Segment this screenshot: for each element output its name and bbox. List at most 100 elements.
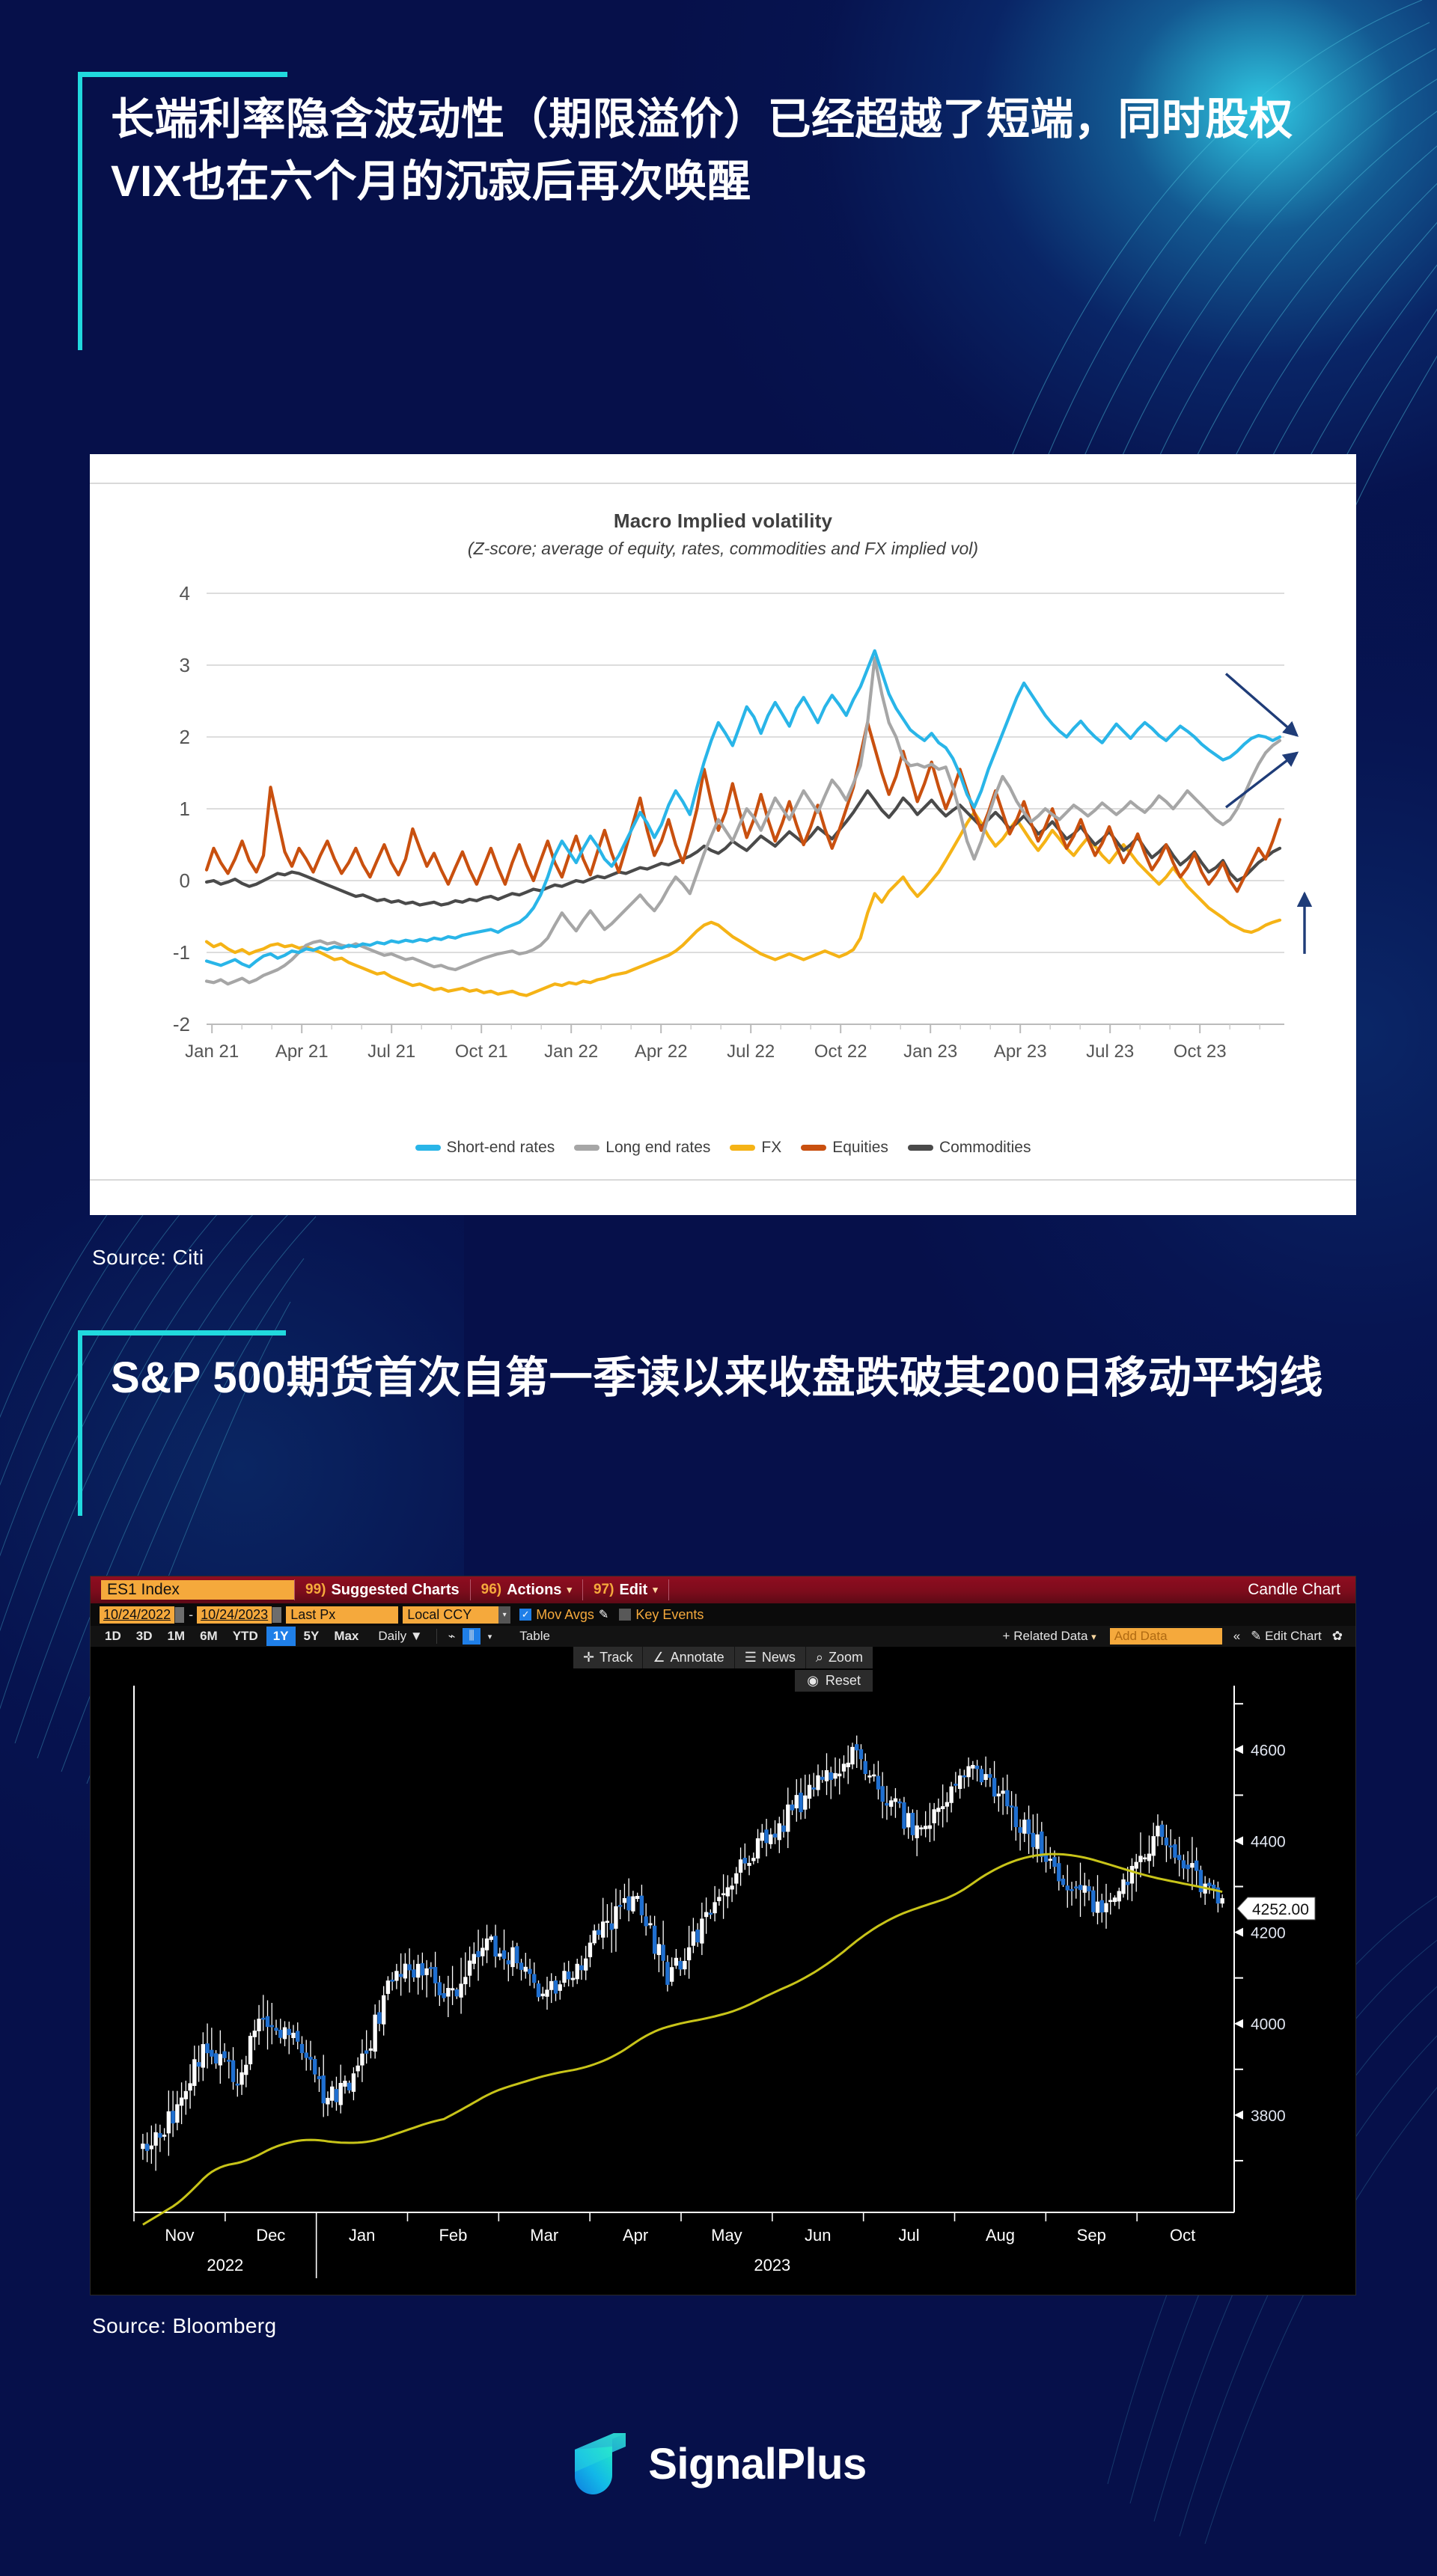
range-button-1d[interactable]: 1D xyxy=(98,1627,128,1646)
macro-implied-volatility-chart-card: Macro Implied volatility (Z-score; avera… xyxy=(90,454,1356,1215)
svg-text:2: 2 xyxy=(180,726,190,748)
svg-text:2022: 2022 xyxy=(207,2256,243,2274)
currency-dropdown-icon[interactable]: ▾ xyxy=(498,1606,511,1624)
track-label: Track xyxy=(599,1650,633,1665)
chart1-legend: Short-end rates Long end rates FX Equities C… xyxy=(90,1139,1356,1157)
candlestick-svg: 3800 4000 4200 4400 4600 4252.00 Nov Dec Jan Feb M… xyxy=(133,1686,1316,2278)
svg-text:Apr 23: Apr 23 xyxy=(994,1041,1047,1062)
header-divider-4 xyxy=(668,1579,669,1600)
range-button-1y[interactable]: 1Y xyxy=(266,1627,296,1646)
legend-item-4: Commodities xyxy=(907,1139,1031,1157)
annotate-label: Annotate xyxy=(670,1650,724,1665)
suggested-charts-menu[interactable]: 99) Suggested Charts xyxy=(295,1576,470,1603)
chart1-subtitle: (Z-score; average of equity, rates, comm… xyxy=(467,539,979,558)
range-button-5y[interactable]: 5Y xyxy=(297,1627,326,1646)
signalplus-footer: SignalPlus xyxy=(0,2433,1437,2494)
range-divider xyxy=(436,1629,437,1644)
svg-text:4400: 4400 xyxy=(1251,1833,1286,1850)
svg-text:Jul 23: Jul 23 xyxy=(1086,1041,1134,1062)
svg-text:-1: -1 xyxy=(173,941,190,964)
news-list-icon: ☰ xyxy=(744,1650,757,1665)
date-to-input[interactable]: 10/24/2023 xyxy=(197,1606,272,1624)
headline-1-top-rule xyxy=(78,72,287,77)
frequency-selector[interactable]: Daily ▼ xyxy=(371,1627,429,1646)
headline-1-text: 长端利率隐含波动性（期限溢价）已经超越了短端，同时股权VIX也在六个月的沉寂后再… xyxy=(111,95,1293,206)
svg-text:May: May xyxy=(711,2226,742,2245)
svg-text:Jul 21: Jul 21 xyxy=(367,1041,415,1062)
range-button-3d[interactable]: 3D xyxy=(129,1627,159,1646)
pencil-icon: ✎ xyxy=(1251,1629,1262,1643)
range-button-1m[interactable]: 1M xyxy=(160,1627,192,1646)
svg-text:Mar: Mar xyxy=(530,2226,558,2245)
edit-chart-label: Edit Chart xyxy=(1265,1629,1322,1643)
headline-2-text: S&P 500期货首次自第一季读以来收盘跌破其200日移动平均线 xyxy=(111,1353,1323,1402)
svg-text:Feb: Feb xyxy=(439,2226,467,2245)
source-label-citi: Source: Citi xyxy=(92,1246,204,1269)
svg-text:Apr 22: Apr 22 xyxy=(635,1041,688,1062)
chart1-title: Macro Implied volatility xyxy=(613,510,833,532)
legend-item-1: Long end rates xyxy=(574,1139,710,1157)
svg-text:3800: 3800 xyxy=(1251,2108,1286,2125)
edit-menu[interactable]: 97) Edit ▾ xyxy=(583,1576,668,1603)
actions-menu[interactable]: 96) Actions ▾ xyxy=(471,1576,582,1603)
range-button-max[interactable]: Max xyxy=(327,1627,365,1646)
pencil-icon[interactable]: ✎ xyxy=(599,1607,608,1622)
legend-swatch-2 xyxy=(730,1145,756,1151)
annotate-tool[interactable]: ∠ Annotate xyxy=(643,1647,735,1668)
range-button-6m[interactable]: 6M xyxy=(193,1627,225,1646)
edit-chart-button[interactable]: ✎ Edit Chart xyxy=(1245,1627,1327,1645)
edit-number: 97) xyxy=(593,1582,614,1597)
chart1-plot-area: -2 -1 0 1 2 3 4 Jan 21 Apr 21 Jul 21 Oct 21 Jan 22 A… xyxy=(90,566,1356,1157)
calendar-icon-from[interactable] xyxy=(174,1606,185,1623)
candle-chart-icon[interactable]: ⫼ xyxy=(463,1628,480,1645)
svg-text:-2: -2 xyxy=(173,1013,190,1035)
chart-type-dropdown-icon[interactable]: ▾ xyxy=(482,1630,498,1643)
svg-text:4600: 4600 xyxy=(1251,1742,1286,1759)
zoom-label: Zoom xyxy=(828,1650,863,1665)
ticker-input[interactable]: ES1 Index xyxy=(101,1580,294,1600)
chevron-down-icon: ▾ xyxy=(567,1584,572,1595)
add-data-input[interactable]: Add Data xyxy=(1109,1628,1222,1645)
svg-text:4: 4 xyxy=(180,582,190,605)
svg-text:Nov: Nov xyxy=(165,2226,194,2245)
news-tool[interactable]: ☰ News xyxy=(734,1647,806,1668)
currency-field[interactable]: Local CCY xyxy=(403,1606,499,1624)
suggested-charts-number: 99) xyxy=(305,1582,326,1597)
chevron-down-icon: ▼ xyxy=(409,1629,423,1643)
bloomberg-header-bar: ES1 Index 99) Suggested Charts 96) Actio… xyxy=(91,1576,1355,1603)
svg-text:Jun: Jun xyxy=(805,2226,831,2245)
key-events-label: Key Events xyxy=(635,1606,704,1622)
calendar-icon-to[interactable] xyxy=(272,1606,282,1623)
line-chart-icon[interactable]: ⌁ xyxy=(442,1627,462,1645)
zoom-tool[interactable]: ⌕ Zoom xyxy=(805,1647,873,1668)
date-from-input[interactable]: 10/24/2022 xyxy=(100,1606,175,1624)
svg-text:3: 3 xyxy=(180,654,190,676)
legend-item-0: Short-end rates xyxy=(415,1139,555,1157)
magnifier-icon: ⌕ xyxy=(815,1650,823,1665)
svg-text:Jul 22: Jul 22 xyxy=(727,1041,775,1062)
signalplus-wordmark: SignalPlus xyxy=(648,2439,867,2488)
svg-text:Jan 21: Jan 21 xyxy=(185,1041,239,1062)
table-button[interactable]: Table xyxy=(513,1627,557,1646)
collapse-icon[interactable]: « xyxy=(1228,1627,1245,1645)
svg-text:Jul: Jul xyxy=(899,2226,920,2245)
gear-icon[interactable]: ✿ xyxy=(1327,1627,1348,1645)
mov-avgs-checkbox[interactable]: ✓ xyxy=(519,1609,532,1621)
actions-number: 96) xyxy=(480,1582,502,1597)
price-type-field[interactable]: Last Px xyxy=(286,1606,399,1624)
svg-text:Oct 21: Oct 21 xyxy=(455,1041,508,1062)
range-button-ytd[interactable]: YTD xyxy=(226,1627,265,1646)
actions-label: Actions xyxy=(507,1581,562,1598)
chart1-svg: -2 -1 0 1 2 3 4 Jan 21 Apr 21 Jul 21 Oct 21 Jan 22 A… xyxy=(173,582,1313,1062)
svg-text:Jan 22: Jan 22 xyxy=(544,1041,598,1062)
track-tool[interactable]: ✛ Track xyxy=(573,1647,644,1668)
key-events-checkbox[interactable] xyxy=(619,1609,632,1621)
svg-text:Oct: Oct xyxy=(1170,2226,1195,2245)
related-data-button[interactable]: + Related Data ▾ xyxy=(995,1627,1104,1645)
news-label: News xyxy=(761,1650,796,1665)
legend-label-1: Long end rates xyxy=(605,1139,711,1156)
svg-text:Oct 22: Oct 22 xyxy=(814,1041,867,1062)
svg-text:4000: 4000 xyxy=(1251,2016,1286,2034)
legend-label-3: Equities xyxy=(832,1139,888,1156)
chart1-bottom-divider xyxy=(90,1179,1356,1181)
